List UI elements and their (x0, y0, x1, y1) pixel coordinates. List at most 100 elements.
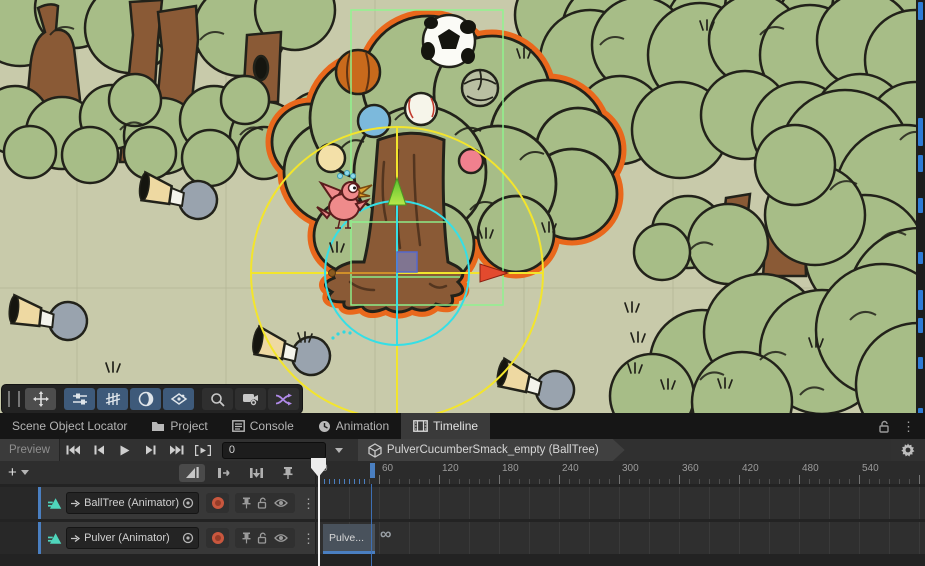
tab-label: Animation (336, 419, 389, 433)
ripple-mode-button[interactable] (243, 464, 269, 482)
timeline-panel: Preview (0, 439, 925, 566)
camera-tool-button[interactable] (235, 388, 266, 410)
tab-project[interactable]: Project (139, 413, 219, 439)
track-binding-field[interactable]: Pulver (Animator) (66, 527, 199, 549)
record-icon (211, 496, 225, 510)
track-color-band (38, 522, 41, 554)
curves-view-icon (185, 466, 200, 479)
previous-frame-button[interactable] (86, 439, 112, 461)
preview-label: Preview (9, 444, 50, 456)
camera-icon (242, 393, 259, 406)
clip-end-marker[interactable] (370, 463, 375, 478)
unlock-icon[interactable] (257, 497, 268, 509)
track-content-pulver[interactable]: Pulve... ∞ (315, 522, 925, 554)
search-tool-button[interactable] (202, 388, 233, 410)
gizmo-plane-handle[interactable] (397, 252, 417, 272)
scene-scrollbar[interactable] (916, 0, 925, 465)
record-button[interactable] (206, 493, 229, 513)
tab-timeline[interactable]: Timeline (401, 413, 490, 439)
skip-to-start-button[interactable] (60, 439, 86, 461)
play-range-button[interactable] (190, 439, 216, 461)
animation-track-icon (48, 497, 62, 510)
play-icon (120, 445, 130, 456)
scene-tools-overlay (1, 384, 303, 414)
skip-to-end-icon (170, 445, 184, 455)
gizmo-diamond-icon (170, 392, 188, 406)
playhead-line[interactable] (318, 475, 320, 566)
clock-icon (318, 420, 331, 433)
move-icon (33, 391, 49, 407)
timeline-duration-line (371, 484, 372, 566)
unlock-icon[interactable] (878, 420, 890, 433)
add-track-button[interactable]: + (0, 464, 37, 481)
shuffle-tool-button[interactable] (268, 388, 299, 410)
mix-mode-button[interactable] (211, 464, 237, 482)
tab-animation[interactable]: Animation (306, 413, 401, 439)
eye-icon[interactable] (274, 498, 288, 508)
skip-to-end-button[interactable] (164, 439, 190, 461)
track-menu-icon[interactable]: ⋮ (302, 497, 315, 510)
breadcrumb-bar: PulverCucumberSmack_empty (BallTree) (358, 439, 891, 461)
add-track-caret (21, 470, 29, 475)
play-button[interactable] (112, 439, 138, 461)
track-header-pulver[interactable]: Pulver (Animator) (38, 522, 315, 554)
timeline-tracks: BallTree (Animator) (0, 484, 925, 566)
track-name: Pulver (Animator) (84, 532, 179, 544)
ruler-label: 120 (442, 463, 459, 474)
film-icon (413, 420, 428, 432)
gizmo-diamond-tool-button[interactable] (163, 388, 194, 410)
tab-label: Project (170, 419, 207, 433)
preview-button[interactable]: Preview (0, 439, 60, 461)
track-row-pulver: Pulver (Animator) (0, 522, 925, 554)
frame-field[interactable]: 0 (222, 442, 326, 459)
mix-mode-icon (217, 467, 232, 479)
ruler-label: 360 (682, 463, 699, 474)
sliders-tool-button[interactable] (64, 388, 95, 410)
drag-handle-icon[interactable] (8, 391, 20, 407)
pin-icon[interactable] (242, 532, 251, 544)
animation-clip[interactable]: Pulve... (323, 524, 375, 554)
track-binding-field[interactable]: BallTree (Animator) (66, 492, 199, 514)
hatch-grid-tool-button[interactable] (97, 388, 128, 410)
unlock-icon[interactable] (257, 532, 268, 544)
ruler-label: 300 (622, 463, 639, 474)
hatch-grid-icon (105, 392, 121, 406)
timeline-ruler[interactable]: 0 60 120 180 240 300 360 420 480 540 (315, 461, 925, 485)
track-row-balltree: BallTree (Animator) (0, 487, 925, 519)
skip-to-start-icon (66, 445, 80, 455)
pin-icon[interactable] (242, 497, 251, 509)
tab-label: Console (250, 419, 294, 433)
panel-menu-icon[interactable]: ⋮ (902, 420, 915, 433)
panel-tab-bar: Scene Object Locator Project Console Ani… (0, 413, 925, 439)
scene-view[interactable] (0, 0, 925, 413)
track-menu-icon[interactable]: ⋮ (302, 532, 315, 545)
track-content-balltree[interactable] (315, 487, 925, 519)
infinite-clip-indicator: ∞ (380, 526, 391, 544)
folder-icon (151, 420, 165, 432)
record-button[interactable] (206, 528, 229, 548)
sphere-shading-tool-button[interactable] (130, 388, 161, 410)
breadcrumb[interactable]: PulverCucumberSmack_empty (BallTree) (358, 439, 625, 461)
ruler-label: 60 (382, 463, 393, 474)
track-toggles (235, 493, 295, 513)
blue-ball (358, 105, 390, 137)
next-frame-button[interactable] (138, 439, 164, 461)
target-picker-icon[interactable] (182, 497, 194, 509)
unity-editor-window: Scene Object Locator Project Console Ani… (0, 0, 925, 566)
connector-icon (71, 534, 81, 543)
gear-icon[interactable] (901, 443, 915, 457)
track-header-balltree[interactable]: BallTree (Animator) (38, 487, 315, 519)
ruler-label: 480 (802, 463, 819, 474)
eye-icon[interactable] (274, 533, 288, 543)
target-picker-icon[interactable] (182, 532, 194, 544)
tab-scene-object-locator[interactable]: Scene Object Locator (0, 413, 139, 439)
pin-button[interactable] (275, 464, 301, 482)
tab-label: Timeline (433, 419, 478, 433)
move-tool-button[interactable] (25, 388, 56, 410)
tab-console[interactable]: Console (220, 413, 306, 439)
previous-frame-icon (94, 445, 104, 455)
next-frame-icon (146, 445, 156, 455)
frame-options-caret[interactable] (335, 448, 343, 453)
timeline-track-header-bar: + (0, 461, 315, 485)
curves-view-button[interactable] (179, 464, 205, 482)
